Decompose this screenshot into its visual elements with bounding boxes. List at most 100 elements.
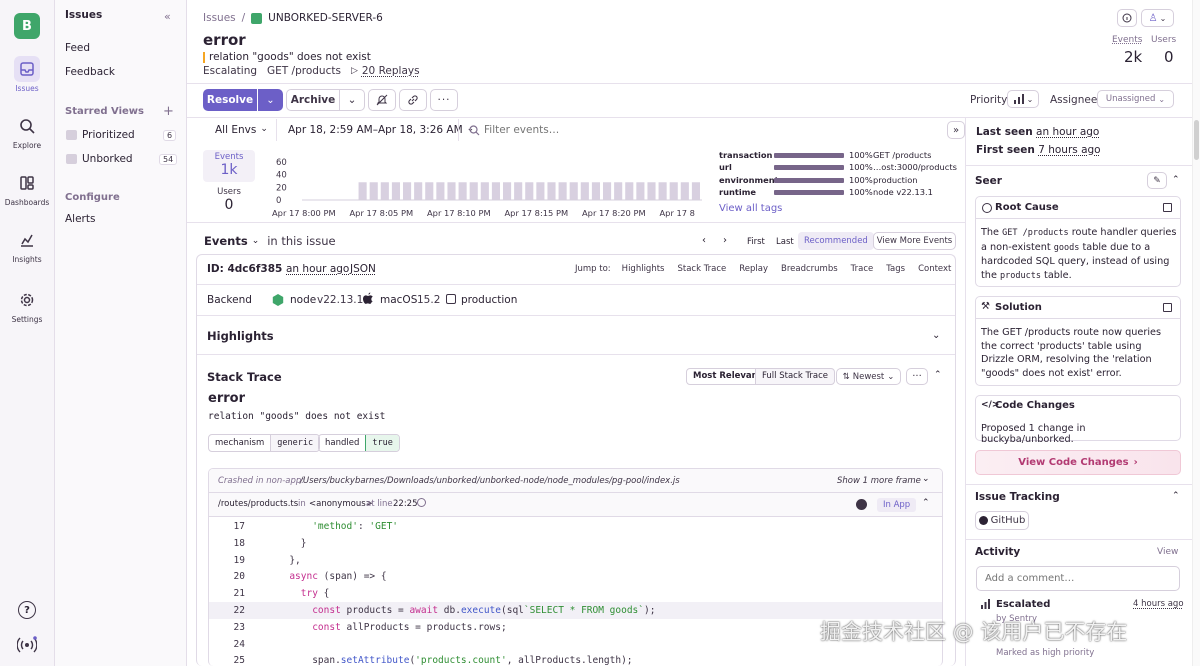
- copy-icon[interactable]: [1163, 203, 1172, 212]
- tag-row[interactable]: environment 100% production: [719, 175, 959, 187]
- event-time[interactable]: an hour ago: [286, 263, 349, 275]
- more-actions-button[interactable]: ···: [430, 89, 458, 111]
- chart-bar[interactable]: [603, 182, 612, 200]
- chart-bar[interactable]: [547, 182, 556, 200]
- broadcast-icon[interactable]: [17, 636, 37, 654]
- chart-bar[interactable]: [469, 182, 478, 200]
- tag-row[interactable]: url 100% …ost:3000/products: [719, 162, 959, 174]
- next-event-button[interactable]: ›: [723, 235, 727, 246]
- first-event-button[interactable]: First: [747, 237, 765, 247]
- resolve-dropdown-button[interactable]: ⌄: [258, 89, 283, 111]
- highlights-toggle-icon[interactable]: ⌄: [932, 330, 940, 341]
- link-button[interactable]: [399, 89, 427, 111]
- chart-bar[interactable]: [514, 182, 523, 200]
- stats-events-card[interactable]: Events 1k: [203, 150, 255, 182]
- prev-event-button[interactable]: ‹: [702, 235, 706, 246]
- chart-bar[interactable]: [536, 182, 545, 200]
- breadcrumb-issues[interactable]: Issues: [203, 12, 236, 24]
- priority-dropdown[interactable]: ⌄: [1007, 90, 1039, 108]
- secnav-unborked[interactable]: Unborked: [82, 153, 133, 165]
- last-seen-value[interactable]: an hour ago: [1036, 126, 1099, 138]
- chart-bar[interactable]: [591, 182, 600, 200]
- nav-settings[interactable]: Settings: [0, 287, 54, 324]
- chart-bar[interactable]: [658, 182, 667, 200]
- chevron-up-icon[interactable]: ⌃: [934, 370, 942, 380]
- chart-bar[interactable]: [414, 182, 423, 200]
- activity-view-link[interactable]: View: [1157, 547, 1178, 557]
- scrollbar[interactable]: [1192, 0, 1200, 666]
- chart-bar[interactable]: [680, 182, 689, 200]
- header-events-value[interactable]: 2k: [1124, 48, 1142, 66]
- sort-dropdown[interactable]: ⇅ Newest ⌄: [836, 368, 901, 385]
- date-range-filter[interactable]: Apr 18, 2:59 AM–Apr 18, 3:26 AM ⌄: [288, 124, 474, 136]
- chart-bar[interactable]: [447, 182, 456, 200]
- tag-row[interactable]: runtime 100% node v22.13.1: [719, 187, 959, 199]
- archive-button[interactable]: Archive: [286, 89, 340, 111]
- chart-bar[interactable]: [391, 182, 400, 200]
- info-button[interactable]: [1117, 9, 1137, 27]
- highlights-title[interactable]: Highlights: [207, 329, 274, 343]
- jump-link-stack-trace[interactable]: Stack Trace: [677, 264, 726, 274]
- nav-issues[interactable]: Issues: [0, 56, 54, 93]
- chart-bar[interactable]: [358, 182, 367, 200]
- add-view-icon[interactable]: +: [163, 104, 174, 119]
- chart-bar[interactable]: [569, 182, 578, 200]
- view-all-tags-link[interactable]: View all tags: [719, 203, 782, 214]
- chart-bar[interactable]: [425, 182, 434, 200]
- view-more-events-button[interactable]: View More Events: [873, 232, 956, 250]
- events-selector[interactable]: Events ⌄ in this issue: [204, 234, 336, 248]
- chart-bar[interactable]: [458, 182, 467, 200]
- chart-bar[interactable]: [558, 182, 567, 200]
- chart-bar[interactable]: [491, 182, 500, 200]
- jump-link-breadcrumbs[interactable]: Breadcrumbs: [781, 264, 838, 274]
- recommended-event-button[interactable]: Recommended: [798, 232, 874, 250]
- env-filter[interactable]: All Envs ⌄: [215, 124, 268, 136]
- frame-info-icon[interactable]: [417, 498, 426, 507]
- nav-dashboards[interactable]: Dashboards: [0, 170, 54, 207]
- mute-button[interactable]: [368, 89, 396, 111]
- jump-link-highlights[interactable]: Highlights: [622, 264, 665, 274]
- user-menu-button[interactable]: ♙ ⌄: [1141, 9, 1174, 27]
- breadcrumb-project[interactable]: UNBORKED-SERVER-6: [268, 12, 383, 24]
- secnav-alerts[interactable]: Alerts: [65, 213, 95, 225]
- jump-link-tags[interactable]: Tags: [886, 264, 905, 274]
- chart-bar[interactable]: [503, 182, 512, 200]
- event-json-link[interactable]: JSON: [350, 263, 376, 275]
- help-icon[interactable]: ?: [18, 601, 36, 619]
- replays-link[interactable]: 20 Replays: [362, 65, 420, 77]
- chevron-up-icon[interactable]: ⌃: [1172, 175, 1180, 185]
- chevron-up-icon[interactable]: ⌃: [922, 498, 930, 508]
- assignee-dropdown[interactable]: Unassigned ⌄: [1097, 90, 1174, 108]
- chart-bar[interactable]: [669, 182, 678, 200]
- chart-bar[interactable]: [369, 182, 378, 200]
- chart-bar[interactable]: [614, 182, 623, 200]
- github-button[interactable]: GitHub: [975, 511, 1029, 530]
- tag-row[interactable]: transaction 100% GET /products: [719, 150, 959, 162]
- activity-item-time[interactable]: 4 hours ago: [1133, 599, 1184, 609]
- org-avatar[interactable]: B: [14, 13, 40, 39]
- secnav-feed[interactable]: Feed: [65, 42, 90, 54]
- chart-bar[interactable]: [380, 182, 389, 200]
- stack-options-button[interactable]: ···: [906, 368, 928, 385]
- chart-bar[interactable]: [636, 182, 645, 200]
- chart-bar[interactable]: [580, 182, 589, 200]
- jump-link-context[interactable]: Context: [918, 264, 951, 274]
- header-users-value[interactable]: 0: [1164, 48, 1174, 66]
- copy-icon[interactable]: [1163, 303, 1172, 312]
- chart-bar[interactable]: [480, 182, 489, 200]
- nav-insights[interactable]: Insights: [0, 227, 54, 264]
- chevron-up-icon[interactable]: ⌃: [1172, 491, 1180, 501]
- chart-bar[interactable]: [436, 182, 445, 200]
- comment-input[interactable]: [976, 566, 1180, 591]
- stats-users-value[interactable]: 0: [203, 197, 255, 213]
- first-seen-value[interactable]: 7 hours ago: [1038, 144, 1100, 156]
- secnav-prioritized[interactable]: Prioritized: [82, 129, 135, 141]
- chart-bar[interactable]: [691, 182, 700, 200]
- resolve-button[interactable]: Resolve: [203, 89, 257, 111]
- jump-link-replay[interactable]: Replay: [739, 264, 768, 274]
- github-icon[interactable]: [856, 499, 867, 510]
- nav-explore[interactable]: Explore: [0, 113, 54, 150]
- full-stack-trace-button[interactable]: Full Stack Trace: [755, 368, 836, 385]
- archive-dropdown-button[interactable]: ⌄: [339, 89, 365, 111]
- collapse-sidebar-button[interactable]: »: [947, 121, 965, 139]
